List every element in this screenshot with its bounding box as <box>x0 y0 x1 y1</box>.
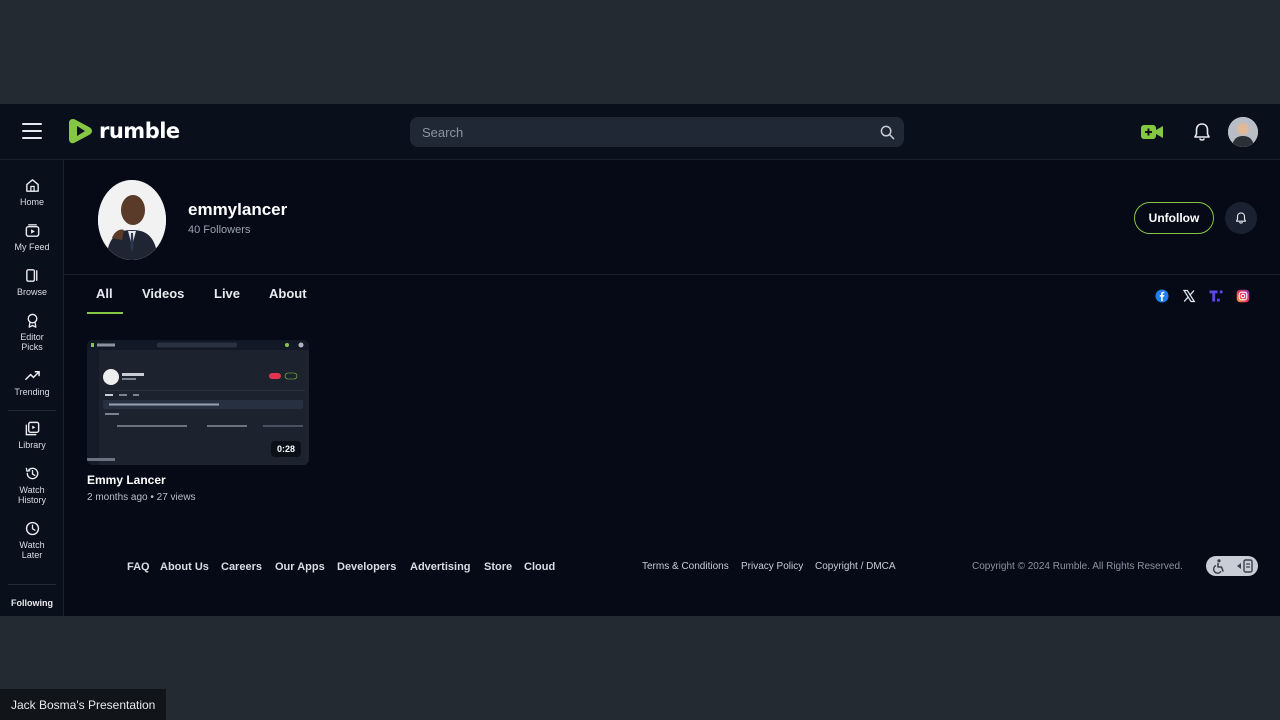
video-meta: 2 months ago • 27 views <box>87 492 196 503</box>
sidebar-item-my-feed[interactable]: My Feed <box>0 222 64 252</box>
video-card[interactable]: 0:28 Emmy Lancer 2 months ago • 27 views <box>87 340 309 503</box>
sidebar-following-heading: Following <box>11 598 53 608</box>
sidebar-item-label: My Feed <box>14 242 50 252</box>
accessibility-icon <box>1212 559 1224 574</box>
history-icon <box>25 467 38 480</box>
sidebar-item-library[interactable]: Library <box>0 420 64 450</box>
footer-copyright: Copyright © 2024 Rumble. All Rights Rese… <box>972 561 1183 572</box>
footer-link-advertising[interactable]: Advertising <box>410 561 471 573</box>
footer-link-developers[interactable]: Developers <box>337 561 396 573</box>
truth-social-icon[interactable] <box>1209 289 1223 303</box>
search-input[interactable] <box>410 117 870 147</box>
x-icon[interactable] <box>1182 289 1196 303</box>
channel-avatar-image <box>98 180 166 260</box>
left-sidebar: Home My Feed Browse Editor Picks Trendin… <box>0 160 64 616</box>
search-icon <box>880 125 894 139</box>
tab-videos[interactable]: Videos <box>142 286 184 301</box>
sidebar-item-home[interactable]: Home <box>0 177 64 207</box>
sidebar-item-editor-picks[interactable]: Editor Picks <box>0 312 64 352</box>
clock-icon <box>25 521 39 536</box>
sidebar-item-label: Editor Picks <box>20 332 44 352</box>
channel-tabs: All Videos Live About <box>64 276 1280 316</box>
video-title[interactable]: Emmy Lancer <box>87 473 309 487</box>
channel-name: emmylancer <box>188 200 288 219</box>
footer-link-faq[interactable]: FAQ <box>127 561 150 573</box>
sidebar-divider <box>8 410 56 411</box>
sidebar-divider <box>8 584 56 585</box>
library-icon <box>25 421 39 436</box>
bell-icon <box>1235 212 1247 224</box>
footer: FAQ About Us Careers Our Apps Developers… <box>64 556 1280 582</box>
facebook-icon[interactable] <box>1155 289 1169 303</box>
video-duration-badge: 0:28 <box>270 441 301 457</box>
sidebar-item-label: Browse <box>16 287 47 297</box>
video-thumbnail[interactable]: 0:28 <box>87 340 309 465</box>
accessibility-button[interactable] <box>1206 556 1258 576</box>
upload-video-icon[interactable] <box>1140 122 1164 142</box>
channel-notifications-button[interactable] <box>1225 202 1257 234</box>
channel-avatar[interactable] <box>98 180 166 260</box>
user-avatar-image <box>1228 117 1258 147</box>
footer-link-terms[interactable]: Terms & Conditions <box>642 561 729 572</box>
user-avatar[interactable] <box>1228 117 1258 147</box>
channel-header: emmylancer 40 Followers Unfollow <box>64 160 1280 275</box>
top-header: rumble <box>0 104 1280 160</box>
rumble-logo-icon <box>69 119 92 144</box>
search-bar <box>410 117 904 147</box>
sidebar-item-label: Trending <box>14 387 50 397</box>
logo-text: rumble <box>99 119 180 143</box>
footer-link-privacy[interactable]: Privacy Policy <box>741 561 803 572</box>
home-icon <box>25 179 39 192</box>
footer-link-about-us[interactable]: About Us <box>160 561 209 573</box>
footer-link-our-apps[interactable]: Our Apps <box>275 561 325 573</box>
award-icon <box>27 313 37 328</box>
channel-followers-count: 40 Followers <box>188 224 251 236</box>
tab-about[interactable]: About <box>269 286 307 301</box>
presenter-label: Jack Bosma's Presentation <box>0 689 167 720</box>
footer-link-store[interactable]: Store <box>484 561 512 573</box>
menu-icon[interactable] <box>22 123 42 139</box>
rumble-logo[interactable]: rumble <box>68 117 180 145</box>
sidebar-item-label: Home <box>19 197 44 207</box>
footer-link-careers[interactable]: Careers <box>221 561 262 573</box>
footer-link-copyright-dmca[interactable]: Copyright / DMCA <box>815 561 896 572</box>
sidebar-item-label: Watch History <box>17 485 46 505</box>
search-button[interactable] <box>870 117 904 147</box>
feed-icon <box>25 224 39 237</box>
sidebar-item-trending[interactable]: Trending <box>0 367 64 397</box>
sidebar-item-label: Watch Later <box>19 540 45 560</box>
notifications-bell-icon[interactable] <box>1191 121 1213 143</box>
active-tab-indicator <box>87 312 123 314</box>
instagram-icon[interactable] <box>1236 289 1250 303</box>
sidebar-item-watch-later[interactable]: Watch Later <box>0 520 64 560</box>
tab-all[interactable]: All <box>96 286 113 301</box>
rumble-app: rumble Search Home My Feed Browse Editor… <box>0 104 1280 616</box>
sidebar-item-watch-history[interactable]: Watch History <box>0 465 64 505</box>
screen-reader-icon <box>1236 559 1253 573</box>
browse-icon <box>25 269 37 282</box>
footer-link-cloud[interactable]: Cloud <box>524 561 555 573</box>
sidebar-item-label: Library <box>18 440 46 450</box>
tab-live[interactable]: Live <box>214 286 240 301</box>
trending-icon <box>24 370 40 381</box>
unfollow-button[interactable]: Unfollow <box>1134 202 1214 234</box>
sidebar-item-browse[interactable]: Browse <box>0 267 64 297</box>
